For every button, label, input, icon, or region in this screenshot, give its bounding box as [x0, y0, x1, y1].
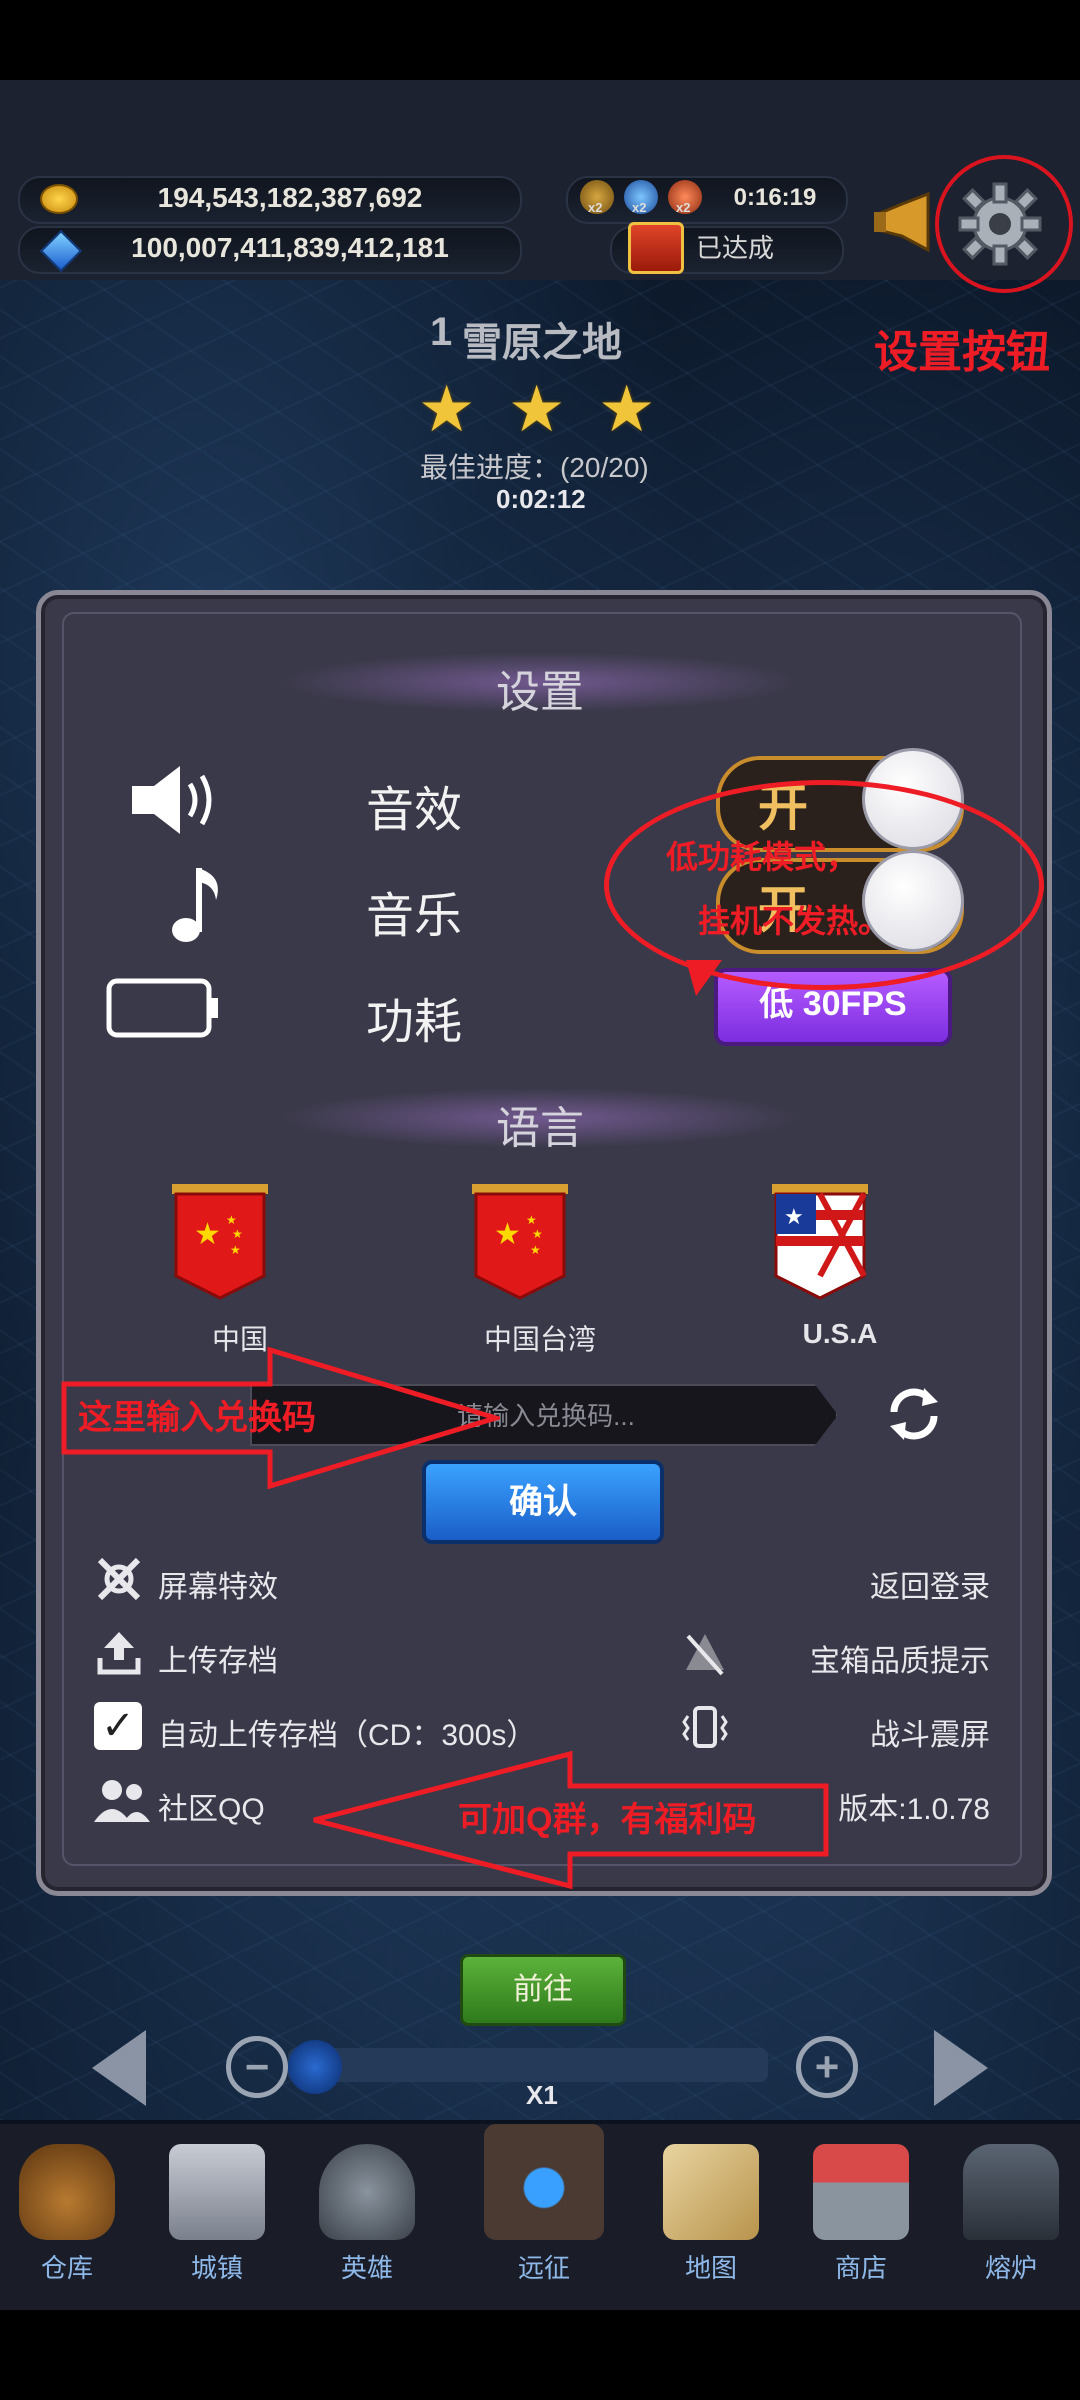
map-scroll-icon — [663, 2144, 759, 2240]
svg-text:★: ★ — [532, 1227, 543, 1241]
gem-amount: 100,007,411,839,412,181 — [131, 232, 449, 263]
stage-name: 雪原之地 — [462, 321, 622, 365]
sound-label: 音效 — [366, 784, 463, 837]
nav-label: 英雄 — [340, 2253, 393, 2283]
annotation-pointer — [686, 960, 722, 996]
chest-quality-muted-icon[interactable] — [680, 1628, 730, 1678]
nav-heroes[interactable]: 英雄 — [302, 2130, 432, 2300]
svg-text:★: ★ — [194, 1218, 221, 1251]
screen-effects-icon[interactable] — [94, 1554, 144, 1604]
next-arrow-icon[interactable] — [934, 2030, 988, 2106]
community-users-icon[interactable] — [90, 1776, 154, 1826]
nav-label: 熔炉 — [984, 2253, 1037, 2283]
vibration-icon[interactable] — [680, 1702, 730, 1752]
gold-coin-icon — [40, 184, 78, 214]
achievement-status: 已达成 — [696, 233, 775, 263]
svg-text:★: ★ — [526, 1213, 537, 1227]
previous-arrow-icon[interactable] — [92, 2030, 146, 2106]
settings-button-annotation: 设置按钮 — [874, 328, 1050, 377]
zoom-in-icon[interactable]: + — [796, 2036, 858, 2098]
nav-expedition[interactable]: 远征 — [474, 2110, 614, 2283]
language-usa[interactable]: U.S.A — [740, 1318, 940, 1350]
settings-highlight-circle — [935, 155, 1073, 293]
megaphone-icon[interactable] — [872, 191, 942, 253]
best-time: 0:02:12 — [496, 484, 586, 514]
zoom-out-icon[interactable]: − — [226, 2036, 288, 2098]
gold-amount: 194,543,182,387,692 — [157, 182, 423, 213]
castle-icon — [169, 2144, 265, 2240]
money-bag-icon — [19, 2144, 115, 2240]
svg-text:★: ★ — [226, 1213, 237, 1227]
portal-icon — [484, 2124, 604, 2240]
nav-map[interactable]: 地图 — [646, 2130, 776, 2300]
power-label: 功耗 — [366, 996, 463, 1049]
svg-text:★: ★ — [232, 1227, 243, 1241]
nav-label: 仓库 — [40, 2253, 93, 2283]
chest-quality-label[interactable]: 宝箱品质提示 — [760, 1636, 990, 1680]
flag-usa-icon[interactable]: ★ — [768, 1180, 872, 1305]
qq-annotation: 可加Q群，有福利码 — [458, 1801, 757, 1839]
nav-label: 商店 — [834, 2253, 887, 2283]
star-icon: ★ — [418, 373, 476, 445]
status-bar — [0, 0, 1080, 80]
language-title: 语言 — [496, 1104, 584, 1153]
svg-text:★: ★ — [494, 1218, 521, 1251]
community-qq-label[interactable]: 社区QQ — [158, 1784, 265, 1828]
auto-upload-label: 自动上传存档（CD：300s） — [158, 1719, 537, 1752]
boost-multiplier: x2 — [676, 200, 691, 215]
battle-shake-label[interactable]: 战斗震屏 — [790, 1710, 990, 1754]
gift-box-icon[interactable] — [628, 222, 684, 274]
nav-warehouse[interactable]: 仓库 — [2, 2130, 132, 2300]
music-note-icon — [168, 858, 228, 948]
speed-slider-handle[interactable] — [288, 2040, 342, 2094]
flag-china-icon[interactable]: ★ ★ ★ ★ — [168, 1180, 272, 1305]
redeem-annotation: 这里输入兑换码 — [78, 1399, 316, 1437]
back-to-login-link[interactable]: 返回登录 — [826, 1562, 990, 1606]
battery-icon — [106, 978, 222, 1038]
low-power-highlight-ellipse — [604, 780, 1044, 990]
svg-text:★: ★ — [784, 1204, 804, 1229]
shop-icon — [813, 2144, 909, 2240]
speaker-icon — [124, 760, 224, 840]
upload-save-label[interactable]: 上传存档 — [158, 1636, 278, 1680]
star-icon: ★ — [508, 373, 566, 445]
go-button[interactable]: 前往 — [460, 1954, 626, 2026]
nav-town[interactable]: 城镇 — [152, 2130, 282, 2300]
boost-multiplier: x2 — [588, 200, 603, 215]
music-label: 音乐 — [366, 890, 463, 943]
low-power-annotation-line2: 挂机不发热。 — [698, 903, 891, 939]
flag-taiwan-icon[interactable]: ★ ★ ★ ★ — [468, 1180, 572, 1305]
settings-title: 设置 — [496, 668, 584, 717]
system-navigation-bar — [0, 2310, 1080, 2400]
nav-label: 城镇 — [190, 2253, 243, 2283]
svg-text:★: ★ — [230, 1243, 241, 1257]
best-progress: 最佳进度：(20/20) — [420, 452, 649, 483]
nav-label: 远征 — [517, 2253, 570, 2283]
low-power-annotation-line1: 低功耗模式， — [666, 839, 859, 875]
refresh-icon[interactable] — [884, 1384, 944, 1444]
boost-timer: 0:16:19 — [733, 184, 817, 211]
auto-upload-checkbox[interactable]: ✓ — [94, 1702, 142, 1750]
svg-text:★: ★ — [530, 1243, 541, 1257]
speed-multiplier: X1 — [526, 2080, 558, 2110]
nav-label: 地图 — [684, 2253, 737, 2283]
stage-number: 1 — [430, 310, 453, 354]
nav-shop[interactable]: 商店 — [796, 2130, 926, 2300]
anvil-icon — [963, 2144, 1059, 2240]
upload-icon[interactable] — [94, 1628, 144, 1678]
screen-effects-label[interactable]: 屏幕特效 — [158, 1562, 278, 1606]
helmet-icon — [319, 2144, 415, 2240]
boost-multiplier: x2 — [632, 200, 647, 215]
nav-forge[interactable]: 熔炉 — [946, 2130, 1076, 2300]
star-icon: ★ — [598, 373, 656, 445]
speed-slider-track[interactable] — [288, 2048, 768, 2082]
